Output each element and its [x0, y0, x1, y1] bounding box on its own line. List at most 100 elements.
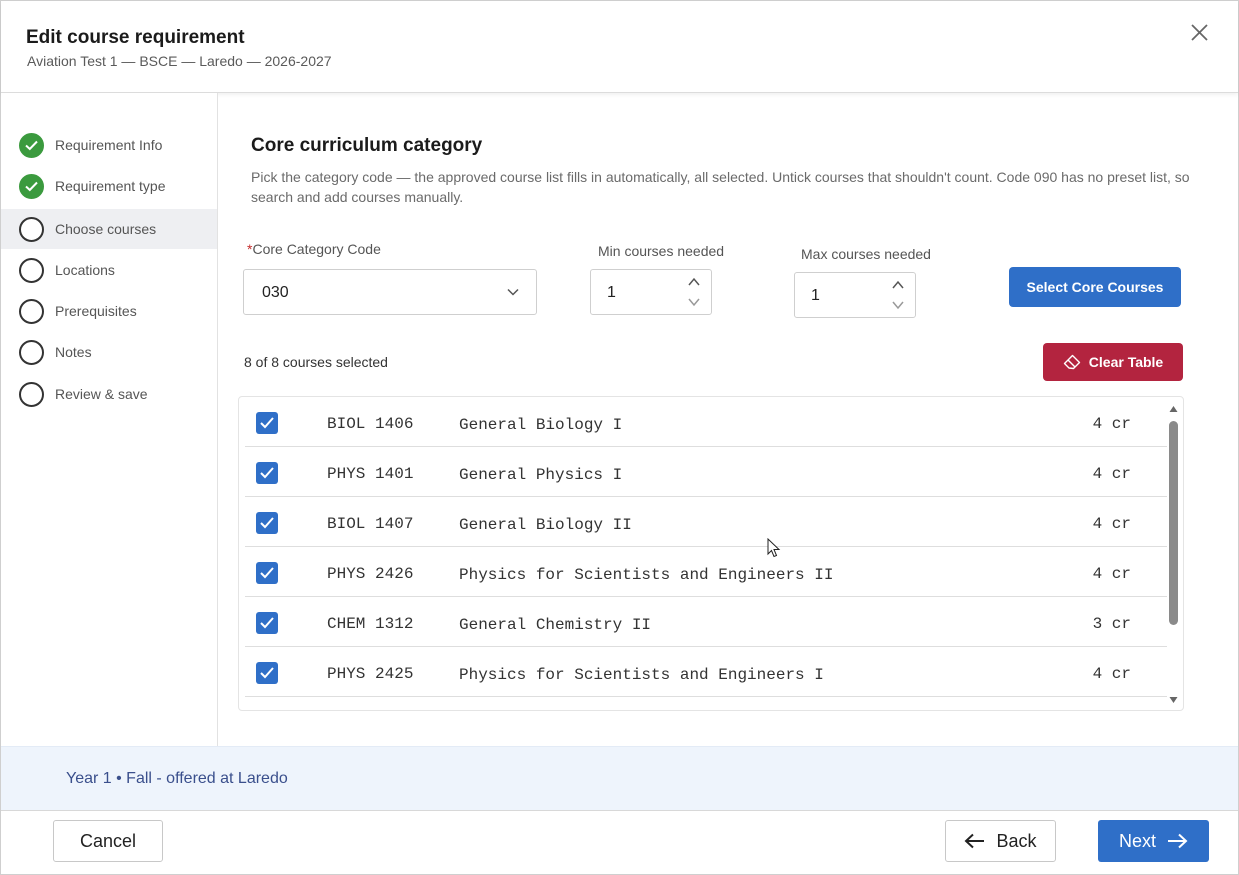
course-code: BIOL 1406: [327, 415, 414, 433]
empty-circle-icon: [19, 216, 44, 242]
step-locations[interactable]: Locations: [1, 250, 217, 290]
course-name: General Biology II: [459, 516, 632, 534]
check-circle-icon: [19, 132, 44, 158]
step-label: Locations: [55, 262, 115, 278]
dialog-title: Edit course requirement: [26, 27, 245, 48]
dialog-subtitle: Aviation Test 1 — BSCE — Laredo — 2026-2…: [27, 53, 332, 69]
chevron-down-icon[interactable]: [891, 299, 905, 311]
course-checkbox[interactable]: [256, 512, 278, 534]
section-title: Core curriculum category: [251, 135, 483, 156]
arrow-right-icon: [1168, 833, 1188, 849]
course-code: CHEM 1312: [327, 615, 414, 633]
close-icon: [1191, 24, 1208, 41]
table-row[interactable]: BIOL 1406 General Biology I 4 cr: [245, 397, 1167, 447]
scroll-down-arrow-icon[interactable]: [1169, 696, 1178, 704]
empty-circle-icon: [19, 257, 44, 283]
chevron-down-icon: [507, 288, 519, 296]
scrollbar-thumb[interactable]: [1169, 421, 1178, 625]
course-name: General Physics I: [459, 466, 623, 484]
course-credits: 3 cr: [1092, 615, 1131, 633]
next-button[interactable]: Next: [1098, 820, 1209, 862]
min-courses-stepper[interactable]: 1: [590, 269, 712, 315]
check-icon: [260, 617, 274, 629]
eraser-icon: [1063, 354, 1080, 370]
empty-circle-icon: [19, 381, 44, 407]
select-core-courses-button[interactable]: Select Core Courses: [1009, 267, 1181, 307]
course-name: Physics for Scientists and Engineers II: [459, 566, 834, 584]
cancel-button[interactable]: Cancel: [53, 820, 163, 862]
step-label: Choose courses: [55, 221, 157, 237]
main-panel: Core curriculum category Pick the catego…: [219, 93, 1238, 746]
course-checkbox[interactable]: [256, 662, 278, 684]
scroll-up-arrow-icon[interactable]: [1169, 405, 1178, 413]
dialog-header: Edit course requirement Aviation Test 1 …: [1, 1, 1238, 93]
selected-count: 8 of 8 courses selected: [244, 354, 388, 370]
empty-circle-icon: [19, 339, 44, 365]
max-courses-value: 1: [811, 287, 820, 304]
course-checkbox[interactable]: [256, 562, 278, 584]
arrow-left-icon: [965, 833, 985, 849]
step-label: Review & save: [55, 386, 148, 402]
step-requirement-type[interactable]: Requirement type: [1, 166, 217, 206]
empty-circle-icon: [19, 298, 44, 324]
course-code: PHYS 2425: [327, 665, 414, 683]
category-code-value: 030: [262, 284, 289, 301]
table-row[interactable]: PHYS 1401 General Physics I 4 cr: [245, 447, 1167, 497]
chevron-down-icon[interactable]: [687, 296, 701, 308]
check-icon: [260, 417, 274, 429]
course-checkbox[interactable]: [256, 412, 278, 434]
category-code-select[interactable]: 030: [243, 269, 537, 315]
step-choose-courses[interactable]: Choose courses: [1, 209, 217, 249]
step-label: Notes: [55, 344, 92, 360]
check-circle-icon: [19, 173, 44, 199]
course-credits: 4 cr: [1092, 665, 1131, 683]
step-notes[interactable]: Notes: [1, 332, 217, 372]
max-courses-stepper[interactable]: 1: [794, 272, 916, 318]
course-credits: 4 cr: [1092, 565, 1131, 583]
cancel-label: Cancel: [79, 830, 137, 851]
table-row[interactable]: PHYS 2425 Physics for Scientists and Eng…: [245, 647, 1167, 697]
max-courses-label: Max courses needed: [801, 246, 931, 262]
clear-table-label: Clear Table: [1088, 354, 1164, 370]
clear-table-button[interactable]: Clear Table: [1043, 343, 1183, 381]
check-icon: [260, 567, 274, 579]
step-label: Requirement type: [55, 178, 166, 194]
course-credits: 4 cr: [1092, 515, 1131, 533]
course-code: BIOL 1407: [327, 515, 414, 533]
step-label: Requirement Info: [55, 137, 163, 153]
courses-table: BIOL 1406 General Biology I 4 cr PHYS 14…: [238, 396, 1184, 711]
check-icon: [260, 667, 274, 679]
dialog-footer: Cancel Back Next: [1, 810, 1238, 874]
category-code-label: *Core Category Code: [247, 241, 381, 257]
course-credits: 4 cr: [1092, 465, 1131, 483]
table-row[interactable]: CHEM 1312 General Chemistry II 3 cr: [245, 597, 1167, 647]
close-button[interactable]: [1185, 19, 1213, 47]
course-name: Physics for Scientists and Engineers I: [459, 666, 824, 684]
check-icon: [260, 517, 274, 529]
steps-sidebar: Requirement Info Requirement type Choose…: [1, 93, 218, 746]
back-button[interactable]: Back: [945, 820, 1056, 862]
course-checkbox[interactable]: [256, 612, 278, 634]
dialog: Edit course requirement Aviation Test 1 …: [0, 0, 1239, 875]
course-code: PHYS 1401: [327, 465, 414, 483]
schedule-info-text: Year 1 • Fall - offered at Laredo: [66, 770, 288, 787]
schedule-info-bar: Year 1 • Fall - offered at Laredo: [1, 746, 1238, 810]
chevron-up-icon[interactable]: [687, 276, 701, 288]
next-label: Next: [1118, 830, 1156, 851]
step-review-save[interactable]: Review & save: [1, 374, 217, 414]
step-requirement-info[interactable]: Requirement Info: [1, 125, 217, 165]
course-name: General Chemistry II: [459, 616, 652, 634]
course-checkbox[interactable]: [256, 462, 278, 484]
table-row[interactable]: BIOL 1407 General Biology II 4 cr: [245, 497, 1167, 547]
course-credits: 4 cr: [1092, 415, 1131, 433]
step-label: Prerequisites: [55, 303, 137, 319]
table-row[interactable]: PHYS 2426 Physics for Scientists and Eng…: [245, 547, 1167, 597]
min-courses-value: 1: [607, 284, 616, 301]
step-prerequisites[interactable]: Prerequisites: [1, 291, 217, 331]
min-courses-label: Min courses needed: [598, 243, 725, 259]
chevron-up-icon[interactable]: [891, 279, 905, 291]
course-name: General Biology I: [459, 416, 623, 434]
mouse-cursor-icon: [767, 538, 781, 558]
check-icon: [260, 467, 274, 479]
back-label: Back: [996, 830, 1037, 851]
